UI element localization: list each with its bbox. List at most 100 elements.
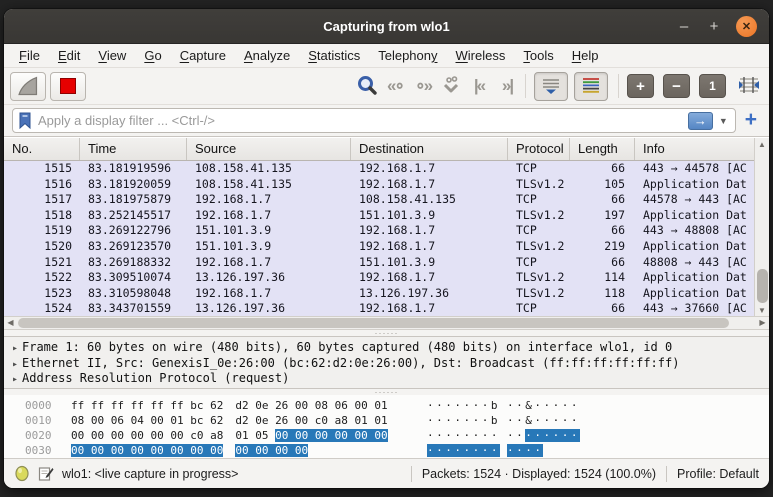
packet-row[interactable]: 1524 83.343701559 13.126.197.36 192.168.1.7…	[4, 301, 769, 317]
packet-info: 443 → 37660 [AC	[643, 301, 747, 316]
minimize-button[interactable]: –	[676, 18, 692, 35]
title-bar[interactable]: Capturing from wlo1 – + ✕	[4, 9, 769, 44]
hex-bytes[interactable]: 00 00 00 00 00 00 c0 a8	[71, 429, 223, 442]
add-filter-button[interactable]: +	[736, 109, 761, 132]
resize-columns-button[interactable]	[735, 72, 763, 100]
column-header-length[interactable]: Length	[570, 138, 635, 160]
display-filter-input[interactable]	[38, 113, 688, 128]
ascii-column: ·······b ··&·····	[427, 413, 580, 428]
first-packet-icon: |«	[473, 76, 486, 95]
column-header-time[interactable]: Time	[80, 138, 187, 160]
expander-icon[interactable]: ▸	[8, 372, 22, 387]
maximize-button[interactable]: +	[706, 18, 722, 35]
packet-list-pane: No. Time Source Destination Protocol Length In…	[4, 137, 769, 317]
packet-length: 66	[611, 161, 625, 175]
start-capture-button[interactable]	[10, 71, 46, 101]
go-last-packet-button[interactable]: »|	[493, 72, 521, 100]
vertical-scrollbar[interactable]: ▲ ▼	[754, 138, 769, 317]
column-header-source[interactable]: Source	[187, 138, 351, 160]
menu-capture[interactable]: Capture	[171, 46, 235, 65]
expander-icon[interactable]: ▸	[8, 341, 22, 356]
close-button[interactable]: ✕	[736, 15, 757, 37]
go-first-packet-button[interactable]: |«	[465, 72, 493, 100]
packet-row[interactable]: 1520 83.269123570 151.101.3.9 192.168.1.7 TL…	[4, 238, 769, 255]
column-header-info[interactable]: Info	[635, 138, 769, 160]
packet-row[interactable]: 1518 83.252145517 192.168.1.7 151.101.3.9 TL…	[4, 207, 769, 224]
zoom-out-button[interactable]: −	[663, 74, 690, 98]
ascii-bytes[interactable]: ··	[507, 429, 525, 442]
expander-icon[interactable]: ▸	[8, 357, 22, 372]
packet-row[interactable]: 1515 83.181919596 108.158.41.135 192.168.1.…	[4, 161, 769, 177]
packet-row[interactable]: 1517 83.181975879 192.168.1.7 108.158.41.13…	[4, 192, 769, 208]
profile-selector[interactable]: Profile: Default	[677, 467, 759, 481]
scroll-left-arrow[interactable]: ◀	[4, 317, 17, 329]
shark-fin-icon	[18, 76, 38, 96]
go-forward-button[interactable]: ∘»	[409, 72, 437, 100]
packet-length: 114	[604, 270, 625, 285]
expert-info-icon[interactable]	[14, 465, 30, 482]
menu-go[interactable]: Go	[135, 46, 170, 65]
hex-bytes[interactable]: 00 00 00 00	[235, 444, 309, 457]
ascii-bytes[interactable]: ··&·····	[507, 414, 580, 427]
zoom-100-button[interactable]: 1	[699, 74, 726, 98]
vertical-scrollbar-thumb[interactable]	[757, 269, 768, 303]
menu-help[interactable]: Help	[563, 46, 608, 65]
packet-no: 1523	[44, 285, 72, 300]
ascii-bytes[interactable]: ·······b	[427, 399, 500, 412]
column-header-protocol[interactable]: Protocol	[508, 138, 570, 160]
detail-line[interactable]: ▸ Address Resolution Protocol (request)	[4, 371, 769, 387]
hex-bytes[interactable]: d2 0e 26 00 08 06 00 01	[235, 399, 387, 412]
column-header-destination[interactable]: Destination	[351, 138, 508, 160]
hex-bytes[interactable]: 00 00 00 00 00 00 00 00	[71, 444, 224, 457]
window-title: Capturing from wlo1	[323, 18, 450, 34]
hex-bytes[interactable]: 00 00 00 00 00 00	[275, 429, 388, 442]
ascii-bytes[interactable]: ·······b	[427, 414, 500, 427]
menu-file[interactable]: File	[10, 46, 49, 65]
menu-telephony[interactable]: Telephony	[369, 46, 446, 65]
packet-row[interactable]: 1523 83.310598048 192.168.1.7 13.126.197.36…	[4, 285, 769, 302]
hex-bytes[interactable]: ff ff ff ff ff ff bc 62	[71, 399, 223, 412]
menu-edit[interactable]: Edit	[49, 46, 89, 65]
ascii-bytes[interactable]: ········	[427, 429, 500, 442]
hex-bytes[interactable]: 08 00 06 04 00 01 bc 62	[71, 414, 223, 427]
column-header-no[interactable]: No.	[4, 138, 80, 160]
horizontal-scrollbar[interactable]: ◀ ▶	[4, 316, 769, 330]
detail-line[interactable]: ▸ Ethernet II, Src: GenexisI_0e:26:00 (bc…	[4, 356, 769, 372]
packet-row[interactable]: 1519 83.269122796 151.101.3.9 192.168.1.7 TC…	[4, 223, 769, 239]
ascii-bytes[interactable]: ······	[525, 429, 580, 442]
ascii-bytes[interactable]: ··&·····	[507, 399, 580, 412]
apply-filter-button[interactable]: →	[687, 111, 713, 130]
packet-source: 13.126.197.36	[195, 270, 286, 285]
packet-row[interactable]: 1521 83.269188332 192.168.1.7 151.101.3.9 TC…	[4, 254, 769, 271]
scroll-right-arrow[interactable]: ▶	[756, 317, 769, 329]
hex-bytes[interactable]: 01 05	[235, 429, 275, 442]
packet-protocol: TCP	[516, 223, 537, 238]
hex-bytes[interactable]: d2 0e 26 00 c0 a8 01 01	[235, 414, 387, 427]
menu-tools[interactable]: Tools	[514, 46, 562, 65]
auto-scroll-button[interactable]	[534, 71, 568, 101]
find-packet-button[interactable]	[353, 72, 381, 100]
scroll-up-arrow[interactable]: ▲	[755, 138, 769, 151]
go-back-button[interactable]: «∘	[381, 72, 409, 100]
detail-text: Address Resolution Protocol (request)	[22, 371, 290, 385]
stop-capture-button[interactable]	[50, 71, 86, 101]
packet-protocol: TLSv1.2	[516, 176, 565, 191]
display-filter-field[interactable]: → ▼	[12, 108, 736, 133]
capture-comment-icon[interactable]	[38, 466, 54, 482]
horizontal-scrollbar-thumb[interactable]	[18, 318, 729, 328]
menu-view[interactable]: View	[89, 46, 135, 65]
zoom-in-button[interactable]: +	[627, 74, 654, 98]
filter-bookmark-icon[interactable]	[18, 112, 32, 130]
packet-row[interactable]: 1522 83.309510074 13.126.197.36 192.168.1.7…	[4, 270, 769, 286]
filter-dropdown-caret[interactable]: ▼	[713, 116, 731, 126]
menu-statistics[interactable]: Statistics	[299, 46, 369, 65]
menu-analyze[interactable]: Analyze	[235, 46, 299, 65]
ascii-bytes[interactable]: ········	[427, 444, 500, 457]
menu-wireless[interactable]: Wireless	[447, 46, 515, 65]
detail-line[interactable]: ▸ Frame 1: 60 bytes on wire (480 bits), 6…	[4, 340, 769, 356]
colorize-button[interactable]	[574, 71, 608, 101]
go-to-packet-button[interactable]	[437, 72, 465, 100]
packet-row[interactable]: 1516 83.181920059 108.158.41.135 192.168.1.…	[4, 176, 769, 193]
ascii-bytes[interactable]: ····	[506, 444, 544, 457]
hex-offset: 0000	[25, 399, 52, 412]
